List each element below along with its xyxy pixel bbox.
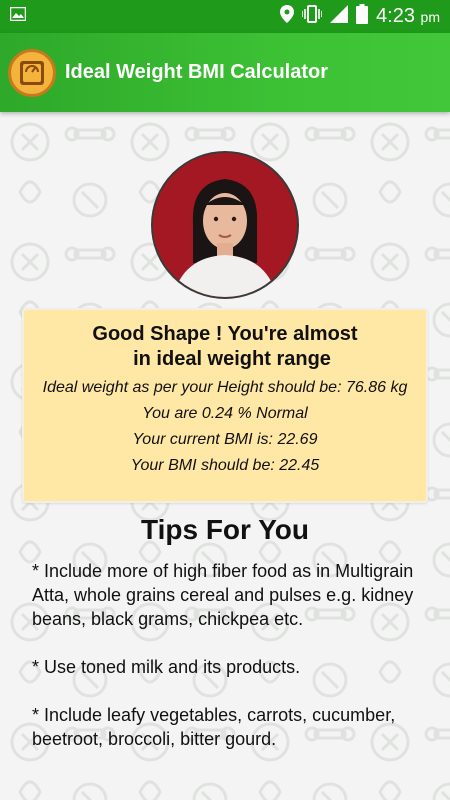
- location-icon: [280, 5, 295, 28]
- app-title: Ideal Weight BMI Calculator: [65, 61, 328, 83]
- profile-avatar: [151, 151, 299, 299]
- tip-item: * Include more of high fiber food as in …: [32, 561, 414, 629]
- battery-icon: [356, 4, 369, 29]
- result-heading-line2: in ideal weight range: [133, 348, 331, 370]
- main-content: Good Shape ! You're almost in ideal weig…: [0, 112, 450, 800]
- time-ampm: pm: [420, 9, 440, 25]
- gallery-notification-icon: [9, 6, 27, 26]
- tip-item: * Use toned milk and its products.: [32, 657, 301, 677]
- result-heading: Good Shape ! You're almost in ideal weig…: [24, 322, 426, 372]
- tips-title: Tips For You: [140, 514, 309, 545]
- current-bmi-text: Your current BMI is: 22.69: [132, 431, 318, 448]
- status-time: 4:23 pm: [376, 5, 440, 28]
- signal-icon: [330, 5, 349, 28]
- person-photo: [153, 153, 297, 297]
- result-heading-line1: Good Shape ! You're almost: [92, 323, 358, 345]
- time-value: 4:23: [376, 5, 415, 27]
- ideal-weight-text: Ideal weight as per your Height should b…: [42, 379, 408, 396]
- vibrate-icon: [301, 5, 323, 28]
- weighing-scale-icon[interactable]: [8, 48, 56, 97]
- percent-normal-text: You are 0.24 % Normal: [142, 405, 308, 422]
- tips-list: * Include more of high fiber food as in …: [32, 559, 432, 775]
- target-bmi-text: Your BMI should be: 22.45: [130, 457, 320, 474]
- app-bar: Ideal Weight BMI Calculator: [0, 33, 450, 112]
- status-bar: 4:23 pm: [0, 0, 450, 33]
- result-card: Good Shape ! You're almost in ideal weig…: [22, 308, 428, 503]
- tip-item: * Include leafy vegetables, carrots, cuc…: [32, 705, 396, 749]
